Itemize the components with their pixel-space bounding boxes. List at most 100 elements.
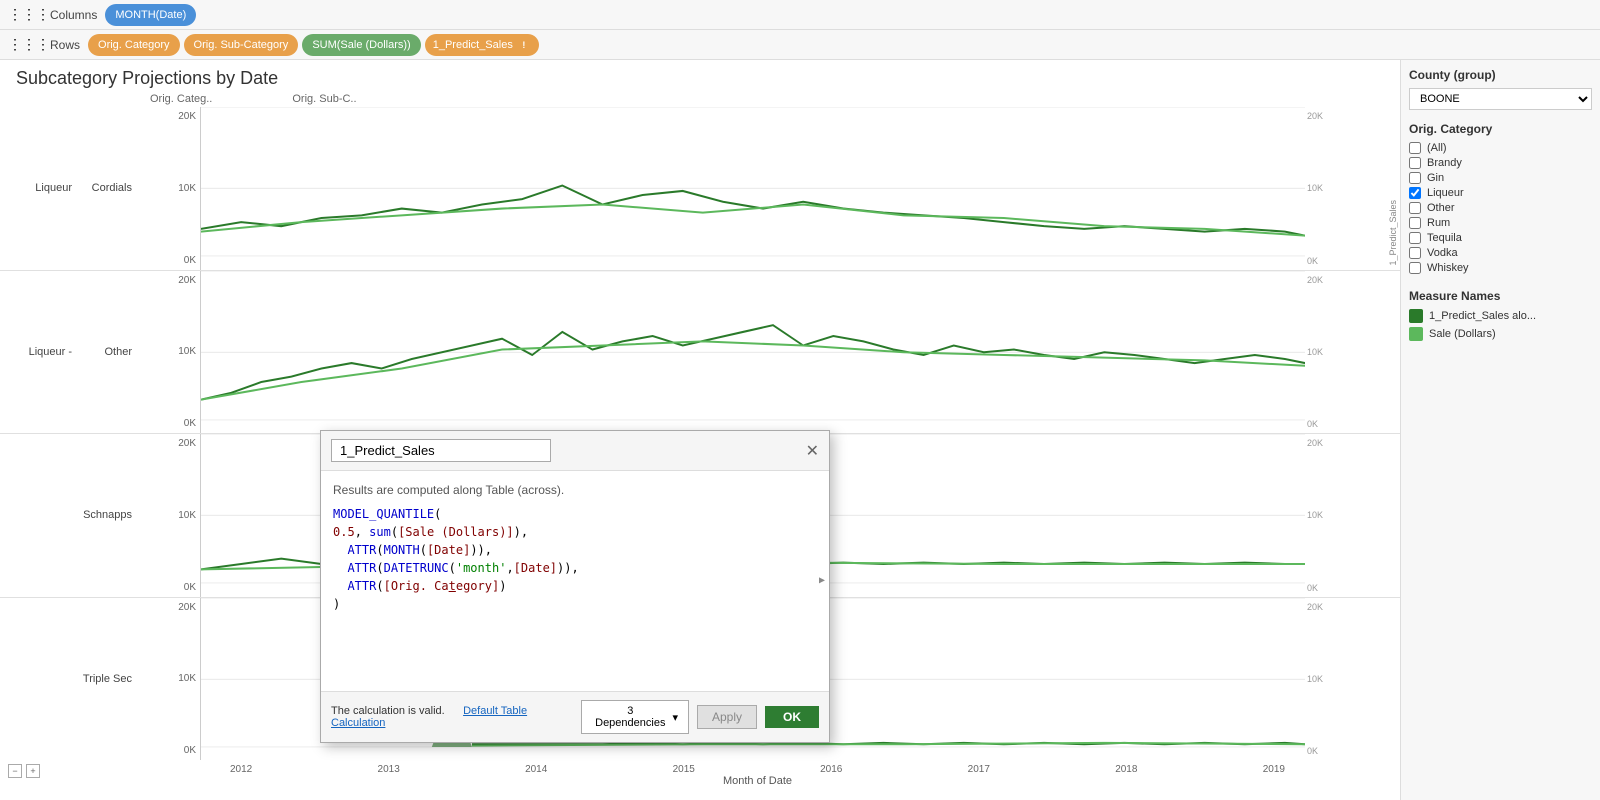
checkbox-all[interactable] — [1409, 142, 1421, 154]
filter-rum: Rum — [1409, 217, 1592, 229]
filter-label-vodka: Vodka — [1427, 247, 1458, 259]
y-axis-left-3: 20K 10K 0K — [140, 434, 200, 597]
legend-color-sale — [1409, 327, 1423, 341]
filter-vodka: Vodka — [1409, 247, 1592, 259]
checkbox-other[interactable] — [1409, 202, 1421, 214]
filter-whiskey: Whiskey — [1409, 262, 1592, 274]
checkbox-rum[interactable] — [1409, 217, 1421, 229]
modal-footer: The calculation is valid. Default Table … — [321, 691, 829, 742]
modal-footer-left: The calculation is valid. Default Table … — [331, 705, 581, 729]
row-label-cordials: Cordials — [80, 107, 140, 270]
month-date-pill[interactable]: MONTH(Date) — [105, 4, 196, 26]
modal-info-text: Results are computed along Table (across… — [333, 483, 817, 497]
checkbox-gin[interactable] — [1409, 172, 1421, 184]
checkbox-tequila[interactable] — [1409, 232, 1421, 244]
measure-names-title: Measure Names — [1409, 289, 1592, 303]
row-label-liqueur: Liqueur — [0, 107, 80, 270]
chart-title: Subcategory Projections by Date — [0, 60, 1400, 93]
calculation-dialog[interactable]: ✕ Results are computed along Table (acro… — [320, 430, 830, 743]
x-label-2013: 2013 — [378, 764, 400, 775]
county-group-section: County (group) BOONE — [1409, 68, 1592, 110]
app-container: ⋮⋮⋮ Columns MONTH(Date) ⋮⋮⋮ Rows Orig. C… — [0, 0, 1600, 800]
county-group-title: County (group) — [1409, 68, 1592, 82]
orig-category-pill[interactable]: Orig. Category — [88, 34, 180, 56]
collapse-icon[interactable]: − — [8, 764, 22, 778]
columns-grid-icon: ⋮⋮⋮ — [8, 6, 50, 23]
filter-gin: Gin — [1409, 172, 1592, 184]
ok-button[interactable]: OK — [765, 706, 819, 728]
apply-button[interactable]: Apply — [697, 705, 757, 729]
filter-liqueur: Liqueur — [1409, 187, 1592, 199]
modal-scroll-arrow[interactable]: ▶ — [819, 575, 825, 587]
filter-all: (All) — [1409, 142, 1592, 154]
row-label-triple-sec: Triple Sec — [80, 598, 140, 761]
checkbox-whiskey[interactable] — [1409, 262, 1421, 274]
x-label-2015: 2015 — [673, 764, 695, 775]
county-dropdown[interactable]: BOONE — [1409, 88, 1592, 110]
filter-label-all: (All) — [1427, 142, 1447, 154]
sum-sale-pill[interactable]: SUM(Sale (Dollars)) — [302, 34, 420, 56]
right-sidebar: County (group) BOONE Orig. Category (All… — [1400, 60, 1600, 800]
legend-label-sale: Sale (Dollars) — [1429, 328, 1496, 340]
modal-title-input[interactable] — [331, 439, 551, 462]
chart-plot-cordials — [200, 107, 1305, 270]
columns-label: Columns — [50, 8, 97, 22]
modal-header: ✕ — [321, 431, 829, 471]
col-header-2: Orig. Sub-C.. — [292, 93, 356, 105]
deps-label: 3 Dependencies — [592, 705, 668, 729]
row-label-triple-empty — [0, 598, 80, 761]
orig-category-title: Orig. Category — [1409, 122, 1592, 136]
rows-grid-icon: ⋮⋮⋮ — [8, 36, 50, 53]
x-label-2017: 2017 — [968, 764, 990, 775]
modal-close-button[interactable]: ✕ — [806, 441, 819, 461]
filter-label-gin: Gin — [1427, 172, 1444, 184]
x-label-2012: 2012 — [230, 764, 252, 775]
y-axis-right-1: 20K 10K 0K — [1305, 107, 1360, 270]
checkbox-liqueur[interactable] — [1409, 187, 1421, 199]
filter-label-liqueur: Liqueur — [1427, 187, 1464, 199]
chart-row-liqueur-other: Liqueur - Other 20K 10K 0K — [0, 271, 1400, 435]
row-label-liqueur-other-2: Other — [80, 271, 140, 434]
columns-toolbar: ⋮⋮⋮ Columns MONTH(Date) — [0, 0, 1600, 30]
modal-code: MODEL_QUANTILE( 0.5, sum([Sale (Dollars)… — [333, 505, 817, 613]
row-label-schnapps-empty — [0, 434, 80, 597]
filter-label-tequila: Tequila — [1427, 232, 1462, 244]
legend-predict-sales: 1_Predict_Sales alo... — [1409, 309, 1592, 323]
filter-label-rum: Rum — [1427, 217, 1450, 229]
filter-other: Other — [1409, 202, 1592, 214]
orig-category-section: Orig. Category (All) Brandy Gin Liqueur — [1409, 122, 1592, 277]
y-axis-right-2: 20K 10K 0K — [1305, 271, 1360, 434]
y-axis-left-1: 20K 10K 0K — [140, 107, 200, 270]
expand-icon[interactable]: + — [26, 764, 40, 778]
legend-color-predict — [1409, 309, 1423, 323]
row-label-schnapps: Schnapps — [80, 434, 140, 597]
modal-body: Results are computed along Table (across… — [321, 471, 829, 691]
chart-row-cordials: Liqueur Cordials 20K 10K 0K — [0, 107, 1400, 271]
measure-names-section: Measure Names 1_Predict_Sales alo... Sal… — [1409, 289, 1592, 345]
legend-sale-dollars: Sale (Dollars) — [1409, 327, 1592, 341]
orig-subcategory-pill[interactable]: Orig. Sub-Category — [184, 34, 299, 56]
checkbox-brandy[interactable] — [1409, 157, 1421, 169]
rows-toolbar: ⋮⋮⋮ Rows Orig. Category Orig. Sub-Catego… — [0, 30, 1600, 60]
row-label-liqueur-other-1: Liqueur - — [0, 271, 80, 434]
y-axis-left-4: 20K 10K 0K — [140, 598, 200, 761]
filter-brandy: Brandy — [1409, 157, 1592, 169]
filter-label-brandy: Brandy — [1427, 157, 1462, 169]
calc-valid-text: The calculation is valid. — [331, 705, 445, 717]
warning-icon: ! — [517, 38, 531, 52]
y-axis-left-2: 20K 10K 0K — [140, 271, 200, 434]
rows-label: Rows — [50, 38, 80, 52]
filter-tequila: Tequila — [1409, 232, 1592, 244]
x-axis-title: Month of Date — [210, 775, 1305, 787]
legend-label-predict: 1_Predict_Sales alo... — [1429, 310, 1536, 322]
x-label-2019: 2019 — [1263, 764, 1285, 775]
modal-footer-right: 3 Dependencies ▾ Apply OK — [581, 700, 819, 734]
x-label-2016: 2016 — [820, 764, 842, 775]
checkbox-vodka[interactable] — [1409, 247, 1421, 259]
predict-sales-pill[interactable]: 1_Predict_Sales ! — [425, 34, 539, 56]
dependencies-button[interactable]: 3 Dependencies ▾ — [581, 700, 689, 734]
y-axis-right-4: 20K 10K 0K — [1305, 598, 1360, 761]
y-axis-right-3: 20K 10K 0K — [1305, 434, 1360, 597]
deps-chevron-icon: ▾ — [672, 711, 678, 724]
x-label-2018: 2018 — [1115, 764, 1137, 775]
